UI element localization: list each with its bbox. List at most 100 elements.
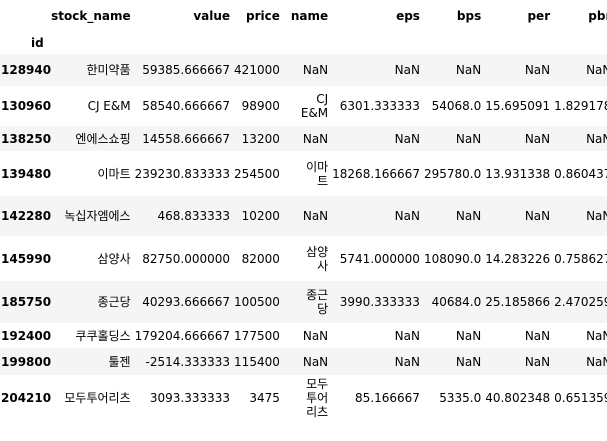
cell-pbr: NaN: [554, 323, 607, 348]
cell-text: 0.758627: [554, 251, 607, 266]
cell-text: 종근당: [97, 295, 131, 309]
cell-eps: NaN: [332, 196, 424, 236]
cell-pbr: NaN: [554, 196, 607, 236]
cell-text: 295780.0: [423, 166, 482, 181]
cell-text: NaN: [455, 131, 482, 146]
cell-text: 3475: [249, 390, 280, 405]
cell-text: 2.470259: [554, 295, 607, 309]
row-index: 192400: [1, 328, 52, 343]
cell-text: NaN: [586, 63, 607, 77]
cell-stock-name: CJ E&M: [51, 86, 135, 126]
cell-price: 98900: [234, 86, 283, 126]
cell-price: 10200: [234, 196, 283, 236]
cell-price: 13200: [234, 126, 283, 151]
cell-bps: 40684.0: [424, 281, 485, 323]
cell-price: 3475: [234, 375, 283, 420]
cell-text: 6301.333333: [339, 99, 420, 113]
cell-eps: 3990.333333: [332, 281, 424, 323]
cell-text: 13.931338: [485, 166, 551, 181]
table-header: stock_name value price name eps bps per …: [0, 0, 607, 54]
col-header-pbr: pbr: [588, 9, 607, 23]
cell-eps: 18268.166667: [332, 151, 424, 196]
cell-bps: 5335.0: [424, 375, 485, 420]
cell-text: 녹십자엠에스: [64, 209, 131, 223]
cell-stock-name: 엔에스쇼핑: [51, 126, 135, 151]
cell-eps: NaN: [332, 323, 424, 348]
col-header-eps: eps: [396, 9, 420, 23]
cell-text: 3093.333333: [149, 390, 231, 405]
cell-text: 1.829178: [554, 99, 607, 113]
table-row: 130960 CJ E&M 58540.666667 98900 CJ E&M 6301.…: [0, 86, 607, 126]
cell-pbr: 1.829178: [554, 86, 607, 126]
row-index: 204210: [1, 390, 52, 405]
cell-text: 이마트: [97, 166, 131, 181]
cell-text: 468.833333: [157, 209, 231, 223]
cell-text: NaN: [524, 209, 551, 223]
cell-text: 한미약품: [86, 63, 131, 77]
table-row: 128940 한미약품 59385.666667 421000 NaN NaN NaN NaN…: [0, 54, 607, 86]
table-row: 192400 쿠쿠홀딩스 179204.666667 177500 NaN NaN NaN N…: [0, 323, 607, 348]
cell-text: 18268.166667: [332, 166, 420, 181]
cell-name: CJ E&M: [283, 86, 332, 126]
blank-cell: [485, 32, 554, 54]
cell-text: 이마트: [306, 159, 329, 188]
cell-price: 254500: [234, 151, 283, 196]
cell-text: NaN: [586, 131, 607, 146]
index-name-row: id: [0, 32, 607, 54]
cell-text: NaN: [524, 328, 551, 343]
cell-name: NaN: [283, 54, 332, 86]
cell-text: NaN: [586, 354, 607, 369]
cell-eps: 6301.333333: [332, 86, 424, 126]
cell-text: NaN: [302, 131, 329, 146]
index-header-blank: [0, 0, 51, 32]
cell-text: 15.695091: [485, 99, 551, 113]
cell-text: 0.860437: [554, 166, 607, 181]
cell-eps: NaN: [332, 54, 424, 86]
cell-text: 100500: [234, 295, 280, 309]
cell-name: NaN: [283, 196, 332, 236]
cell-text: NaN: [394, 209, 420, 223]
cell-per: NaN: [485, 323, 554, 348]
cell-text: 모두투어리츠: [64, 390, 131, 405]
cell-text: NaN: [302, 209, 329, 223]
cell-price: 177500: [234, 323, 283, 348]
cell-bps: NaN: [424, 126, 485, 151]
cell-text: NaN: [455, 63, 482, 77]
cell-per: 14.283226: [485, 236, 554, 281]
cell-per: NaN: [485, 126, 554, 151]
cell-text: 3990.333333: [339, 295, 420, 309]
cell-value: 3093.333333: [135, 375, 234, 420]
cell-text: 40293.666667: [142, 295, 231, 309]
cell-stock-name: 쿠쿠홀딩스: [51, 323, 135, 348]
blank-cell: [283, 32, 332, 54]
cell-name: 모두투어리츠: [283, 375, 332, 420]
cell-price: 421000: [234, 54, 283, 86]
table-row: 199800 툴젠 -2514.333333 115400 NaN NaN NaN NaN Na…: [0, 348, 607, 375]
cell-stock-name: 한미약품: [51, 54, 135, 86]
col-header-per: per: [527, 9, 551, 23]
cell-text: CJ E&M: [300, 92, 329, 120]
cell-value: 239230.833333: [135, 151, 234, 196]
cell-per: 40.802348: [485, 375, 554, 420]
cell-text: 40.802348: [485, 390, 551, 405]
cell-pbr: NaN: [554, 54, 607, 86]
cell-text: NaN: [302, 354, 329, 369]
cell-pbr: 0.651359: [554, 375, 607, 420]
blank-cell: [51, 32, 135, 54]
cell-name: 종근당: [283, 281, 332, 323]
blank-cell: [135, 32, 234, 54]
cell-pbr: NaN: [554, 348, 607, 375]
col-header-bps: bps: [456, 9, 482, 23]
cell-text: -2514.333333: [145, 354, 231, 369]
cell-name: NaN: [283, 323, 332, 348]
cell-value: 59385.666667: [135, 54, 234, 86]
dataframe-table: stock_name value price name eps bps per …: [0, 0, 607, 420]
cell-text: 25.185866: [485, 295, 551, 309]
cell-eps: 5741.000000: [332, 236, 424, 281]
cell-text: 삼양사: [306, 244, 329, 273]
cell-text: 14.283226: [485, 251, 551, 266]
cell-per: NaN: [485, 348, 554, 375]
cell-pbr: NaN: [554, 126, 607, 151]
blank-cell: [332, 32, 424, 54]
cell-pbr: 0.758627: [554, 236, 607, 281]
